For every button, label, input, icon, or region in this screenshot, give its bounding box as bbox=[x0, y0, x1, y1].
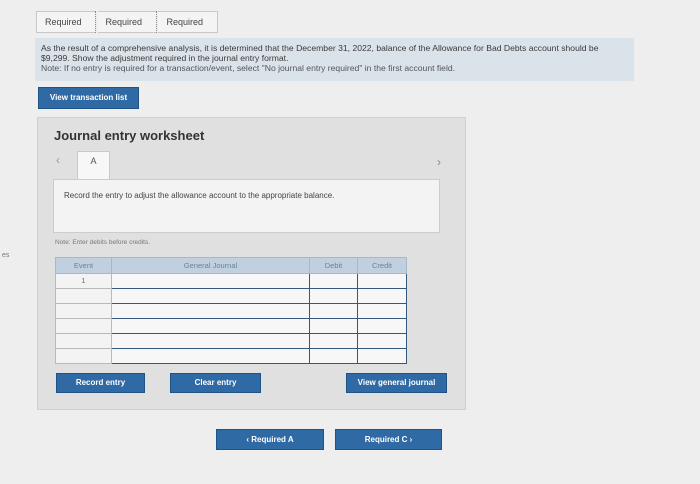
account-input[interactable] bbox=[111, 318, 310, 334]
event-cell: 1 bbox=[55, 273, 112, 289]
debit-input[interactable] bbox=[309, 273, 358, 289]
debit-input[interactable] bbox=[309, 303, 358, 319]
credit-input[interactable] bbox=[357, 318, 407, 334]
table-row bbox=[55, 333, 407, 349]
header-credit: Credit bbox=[357, 257, 407, 274]
tab-required-b[interactable]: Required B bbox=[97, 11, 156, 47]
event-cell bbox=[55, 348, 112, 364]
debit-input[interactable] bbox=[309, 333, 358, 349]
credit-input[interactable] bbox=[357, 333, 407, 349]
instructions-box: As the result of a comprehensive analysi… bbox=[35, 38, 634, 81]
view-general-journal-button[interactable]: View general journal bbox=[346, 373, 447, 393]
clear-entry-button[interactable]: Clear entry bbox=[170, 373, 261, 393]
record-entry-button[interactable]: Record entry bbox=[56, 373, 145, 393]
table-row bbox=[55, 348, 407, 364]
chevron-right-icon[interactable]: › bbox=[437, 155, 441, 169]
header-event: Event bbox=[55, 257, 112, 274]
debit-input[interactable] bbox=[309, 348, 358, 364]
table-row bbox=[55, 303, 407, 319]
worksheet-title: Journal entry worksheet bbox=[54, 128, 205, 143]
account-input[interactable] bbox=[111, 348, 310, 364]
requirement-tabs: Required A Required B Required C bbox=[36, 11, 219, 47]
journal-table: Event General Journal Debit Credit 1 bbox=[55, 257, 407, 364]
table-row bbox=[55, 318, 407, 334]
chevron-left-icon[interactable]: ‹ bbox=[56, 153, 60, 167]
table-header-row: Event General Journal Debit Credit bbox=[55, 257, 407, 274]
event-cell bbox=[55, 318, 112, 334]
event-cell bbox=[55, 333, 112, 349]
credit-input[interactable] bbox=[357, 348, 407, 364]
view-transaction-list-button[interactable]: View transaction list bbox=[38, 87, 139, 109]
instructions-text: As the result of a comprehensive analysi… bbox=[41, 43, 599, 63]
header-debit: Debit bbox=[309, 257, 358, 274]
side-mark: es bbox=[2, 252, 10, 259]
debit-input[interactable] bbox=[309, 318, 358, 334]
debit-input[interactable] bbox=[309, 288, 358, 304]
credit-input[interactable] bbox=[357, 273, 407, 289]
account-input[interactable] bbox=[111, 303, 310, 319]
record-instruction-text: Record the entry to adjust the allowance… bbox=[64, 191, 335, 200]
next-required-c-button[interactable]: Required C › bbox=[335, 429, 442, 450]
tab-required-c[interactable]: Required C bbox=[158, 11, 219, 47]
account-input[interactable] bbox=[111, 288, 310, 304]
event-cell bbox=[55, 288, 112, 304]
account-input[interactable] bbox=[111, 273, 310, 289]
credit-input[interactable] bbox=[357, 303, 407, 319]
header-general-journal: General Journal bbox=[111, 257, 310, 274]
credit-input[interactable] bbox=[357, 288, 407, 304]
tab-required-a[interactable]: Required A bbox=[36, 11, 95, 47]
table-row bbox=[55, 288, 407, 304]
instructions-note: Note: If no entry is required for a tran… bbox=[41, 63, 456, 73]
prev-required-a-button[interactable]: ‹ Required A bbox=[216, 429, 324, 450]
record-instruction-box: Record the entry to adjust the allowance… bbox=[53, 179, 440, 233]
table-row: 1 bbox=[55, 273, 407, 289]
event-cell bbox=[55, 303, 112, 319]
account-input[interactable] bbox=[111, 333, 310, 349]
tab-entry-a[interactable]: A bbox=[77, 151, 110, 179]
debits-credits-note: Note: Enter debits before credits. bbox=[55, 239, 151, 246]
